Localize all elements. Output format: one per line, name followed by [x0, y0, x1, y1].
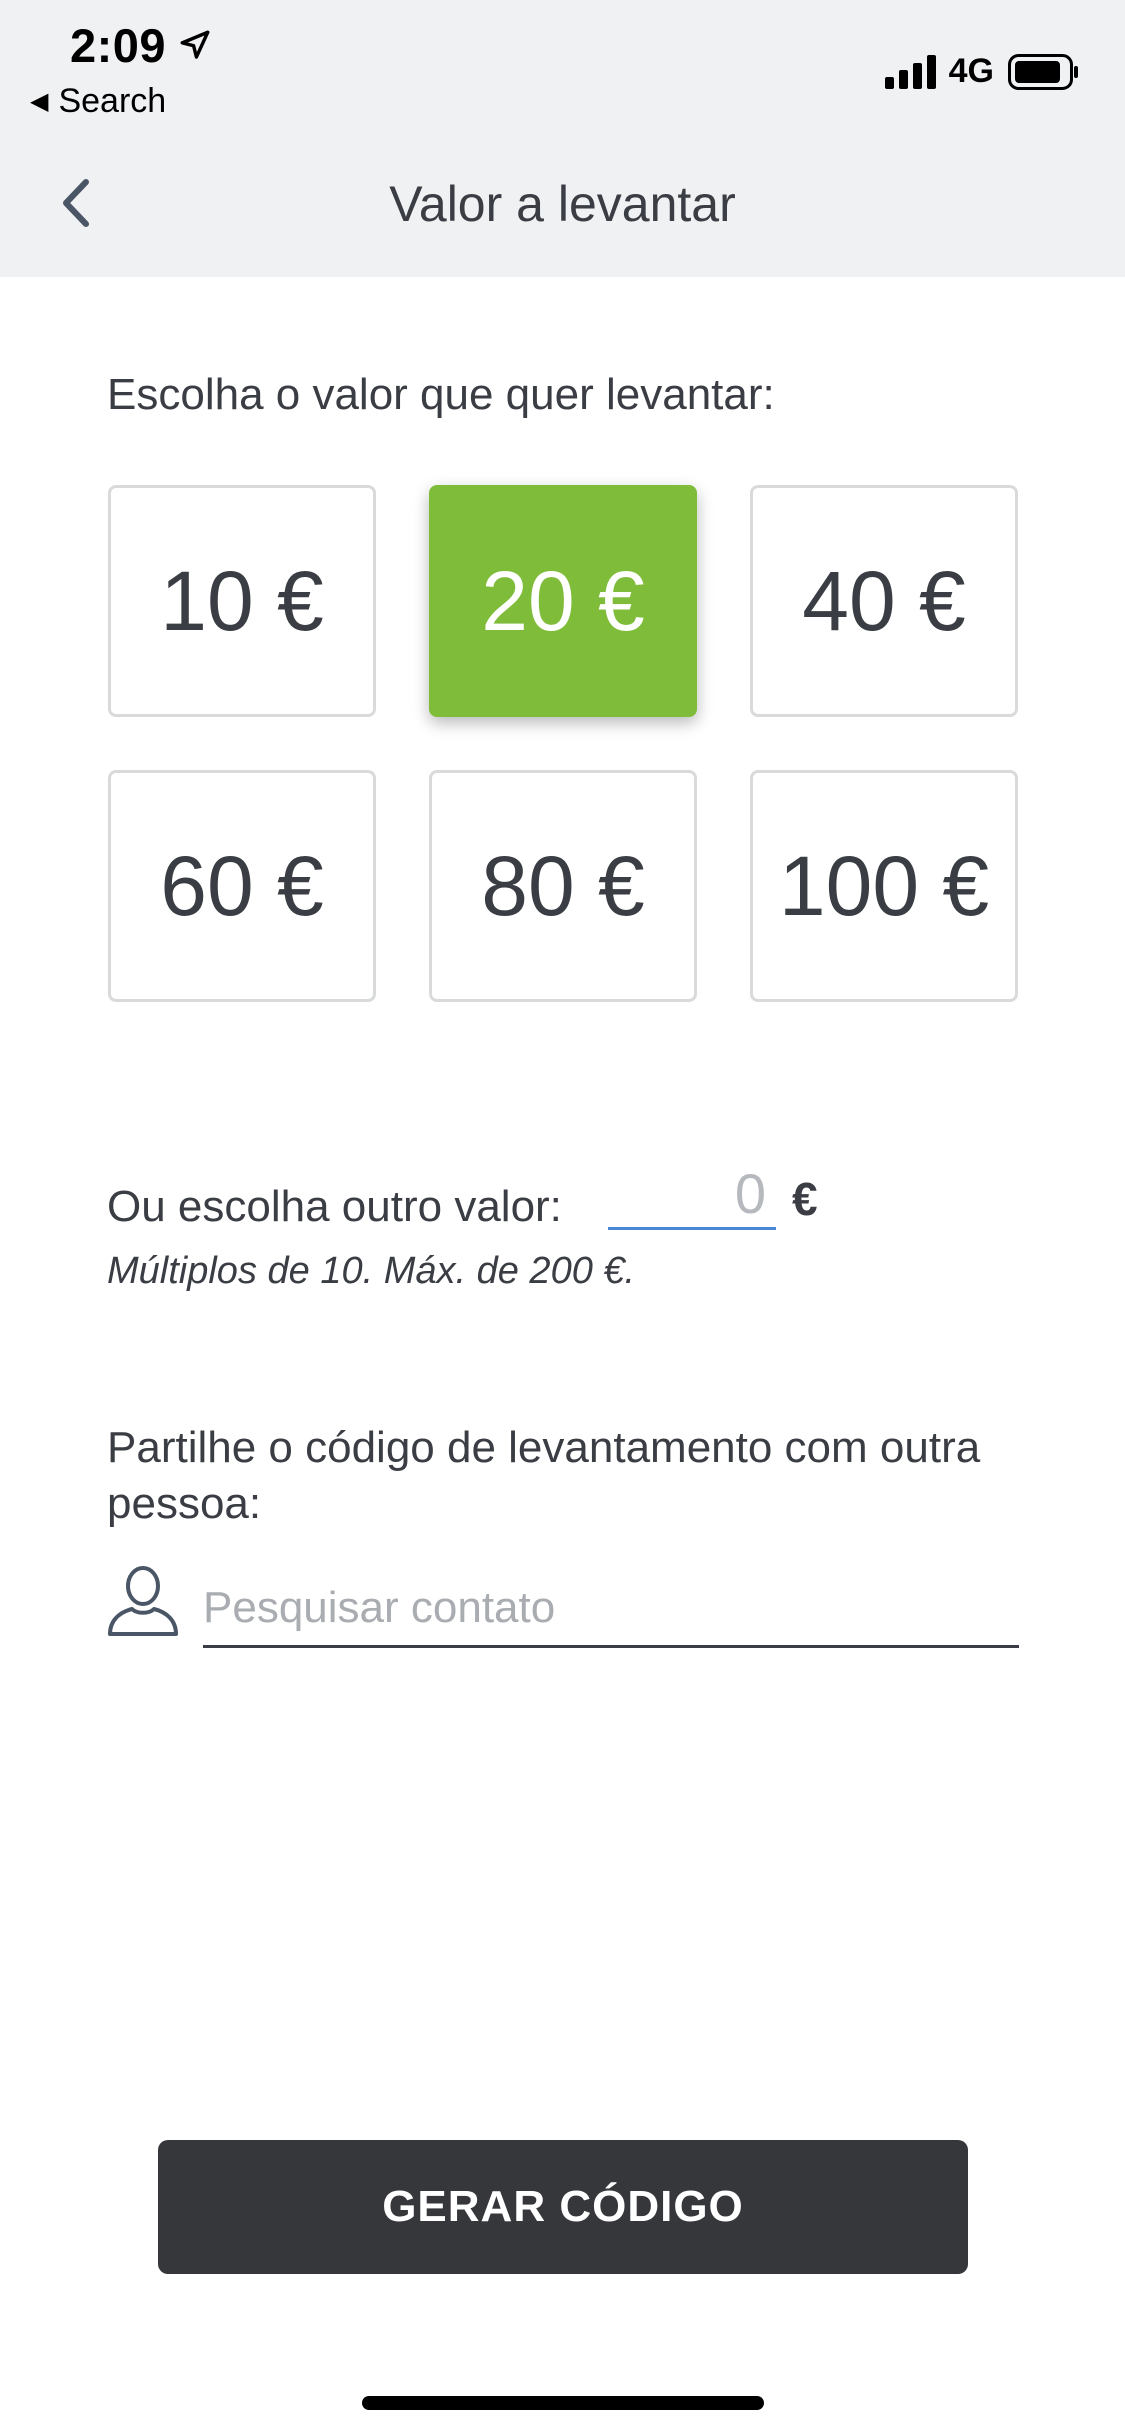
status-indicators: 4G	[883, 52, 1080, 91]
back-triangle-icon: ◀	[30, 88, 49, 115]
amount-option-40[interactable]: 40 €	[750, 485, 1018, 717]
amount-option-100[interactable]: 100 €	[750, 770, 1018, 1002]
home-indicator[interactable]	[362, 2396, 764, 2410]
page-title: Valor a levantar	[389, 176, 736, 232]
location-arrow-icon	[180, 30, 210, 59]
other-value-input[interactable]	[608, 1160, 776, 1230]
network-type: 4G	[948, 52, 994, 90]
status-time: 2:09	[70, 19, 167, 72]
share-code-label: Partilhe o código de levantamento com ou…	[107, 1423, 981, 1528]
amount-prompt: Escolha o valor que quer levantar:	[107, 370, 775, 419]
cellular-signal-icon	[884, 54, 936, 89]
other-value-label: Ou escolha outro valor:	[107, 1182, 562, 1231]
amount-option-60[interactable]: 60 €	[108, 770, 376, 1002]
currency-symbol: €	[792, 1173, 818, 1225]
top-header-area: 2:09 ◀ Search 4G Valor a levantar	[0, 0, 1125, 277]
amount-option-20-selected[interactable]: 20 €	[429, 485, 697, 717]
contact-search-input[interactable]	[203, 1570, 1019, 1648]
back-to-search-label: Search	[58, 82, 167, 120]
battery-icon	[1008, 53, 1078, 90]
other-value-hint: Múltiplos de 10. Máx. de 200 €.	[107, 1250, 636, 1292]
person-icon	[108, 1566, 178, 1636]
amount-option-10[interactable]: 10 €	[108, 485, 376, 717]
back-to-search-link[interactable]: ◀ Search	[30, 82, 166, 121]
amount-option-80[interactable]: 80 €	[429, 770, 697, 1002]
generate-code-button[interactable]: GERAR CÓDIGO	[158, 2140, 968, 2274]
